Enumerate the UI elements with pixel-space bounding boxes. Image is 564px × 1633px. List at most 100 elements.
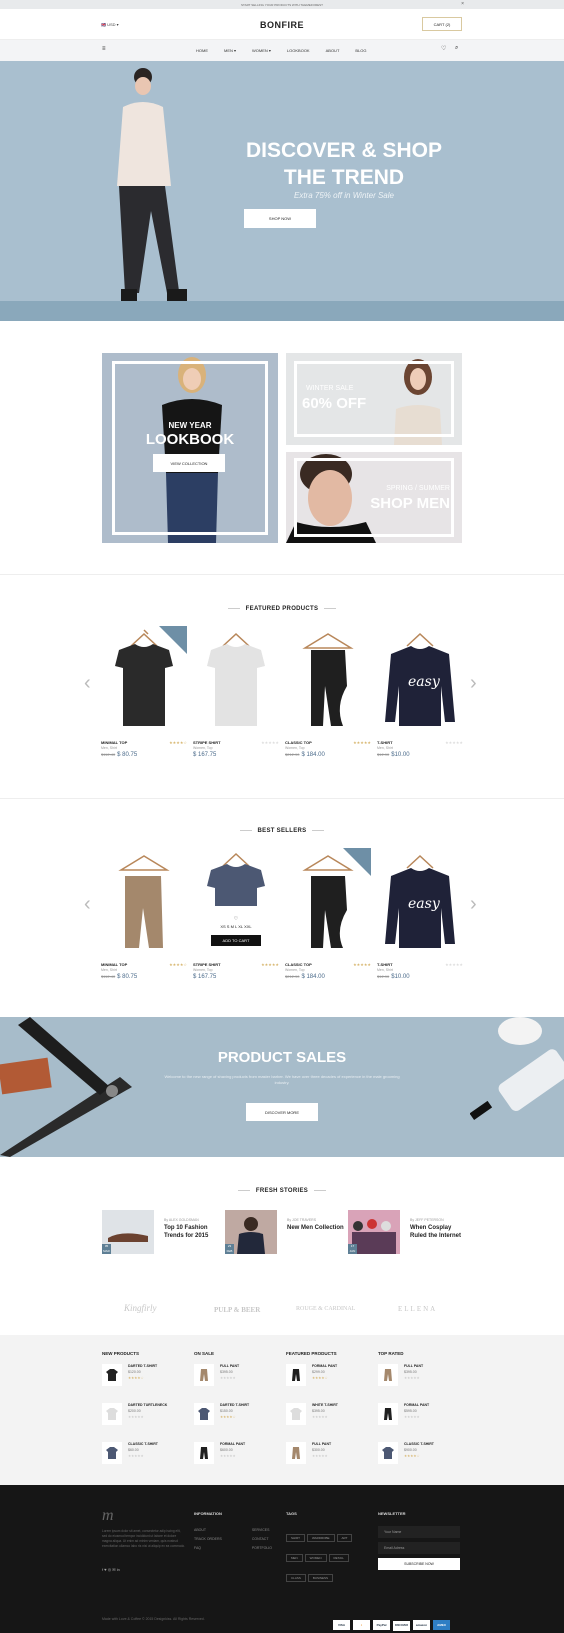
heart-icon[interactable]: ♡ — [203, 916, 269, 922]
shop-men-banner[interactable]: SPRING / SUMMER SHOP MEN — [286, 452, 462, 543]
chevron-right-icon[interactable]: › — [470, 672, 477, 695]
footer-link-services[interactable]: SERVICES — [252, 1526, 272, 1535]
chevron-left-icon[interactable]: ‹ — [84, 672, 91, 695]
product-card[interactable]: ♡ XS S M L XL XXL ADD TO CART ★★★★★ STRI… — [193, 848, 279, 980]
lookbook-banner[interactable]: NEW YEAR LOOKBOOK VIEW COLLECTION — [102, 353, 278, 543]
list-item[interactable]: DARTED T-SHIRT $120.00 ★★★★☆ — [102, 1364, 192, 1389]
nav-item-home[interactable]: HOME — [196, 48, 208, 53]
product-thumb[interactable] — [286, 1442, 306, 1464]
hamburger-icon[interactable]: ≡ — [102, 46, 106, 52]
list-item[interactable]: DARTED TURTLENECK $200.00 ★★★★★ — [102, 1403, 192, 1428]
subscribe-button[interactable]: SUBSCRIBE NOW — [378, 1558, 460, 1570]
brand-logo-rouge-cardinal[interactable]: ROUGE & CARDINAL — [296, 1306, 355, 1312]
tag[interactable]: WARDROBE — [306, 1534, 335, 1542]
product-card[interactable]: ★★★★☆ MINIMAL TOP Men, Shirt $112.40 $ 80… — [101, 848, 187, 980]
list-item[interactable]: FORMAL PANT $595.00 ★★★★★ — [378, 1403, 468, 1428]
rating-stars: ★★★★★ — [445, 740, 463, 745]
nav-item-men[interactable]: MEN ▾ — [224, 48, 236, 53]
tag[interactable]: RETAIL — [328, 1554, 349, 1562]
product-image[interactable] — [285, 848, 371, 958]
footer-logo[interactable]: m — [102, 1507, 114, 1525]
site-logo[interactable]: BONFIRE — [0, 20, 564, 30]
story-title[interactable]: New Men Collection — [287, 1224, 347, 1232]
product-image[interactable]: easy — [377, 626, 463, 736]
winter-sale-banner[interactable]: WINTER SALE 60% OFF — [286, 353, 462, 445]
product-price: $ 167.75 — [193, 752, 217, 758]
nav-item-blog[interactable]: BLOG — [355, 48, 366, 53]
tag[interactable]: MEN — [286, 1554, 303, 1562]
chevron-right-icon[interactable]: › — [470, 893, 477, 916]
story-card[interactable]: 17 JAN By JEFF PETERSON When Cosplay Rule… — [348, 1210, 464, 1254]
name-field[interactable]: Your Name — [378, 1526, 460, 1538]
shop-now-button[interactable]: SHOP NOW — [244, 209, 316, 228]
list-item[interactable]: FORMAL PANT $600.00 ★★★★★ — [194, 1442, 284, 1467]
product-image[interactable] — [193, 626, 279, 736]
nav-item-about[interactable]: ABOUT — [326, 48, 340, 53]
story-card[interactable]: 05 MAR By ALEX GOLDSMAN Top 10 Fashion Tr… — [102, 1210, 212, 1254]
discover-more-button[interactable]: DISCOVER MORE — [246, 1103, 318, 1121]
product-thumb[interactable] — [286, 1364, 306, 1386]
footer-link-faq[interactable]: FAQ — [194, 1544, 222, 1553]
product-image[interactable] — [101, 626, 187, 736]
list-item[interactable]: WHITE T-SHIRT $395.00 ★★★★★ — [286, 1403, 376, 1428]
brand-logo-pulp-beer[interactable]: PULP & BEER — [214, 1306, 260, 1314]
story-image[interactable]: 23 FEB — [225, 1210, 277, 1254]
brand-logo-kingfirly[interactable]: Kingfirly — [124, 1303, 157, 1313]
product-image[interactable]: easy — [377, 848, 463, 958]
product-card[interactable]: ★★★★★ STRIPE SHIRT Women, Top $ 167.75 — [193, 626, 279, 758]
list-item[interactable]: FULL PANT $395.00 ★★★★★ — [194, 1364, 284, 1389]
size-options[interactable]: XS S M L XL XXL — [203, 924, 269, 929]
chevron-left-icon[interactable]: ‹ — [84, 893, 91, 916]
list-item[interactable]: FULL PANT $300.00 ★★★★★ — [286, 1442, 376, 1467]
list-item[interactable]: FORMAL PANT $299.00 ★★★★☆ — [286, 1364, 376, 1389]
tag[interactable]: ART — [336, 1534, 353, 1542]
product-card[interactable]: ★★★★☆ MINIMAL TOP Men, Shirt $112.40 $ 80… — [101, 626, 187, 758]
product-thumb[interactable] — [102, 1403, 122, 1425]
footer-link-track-orders[interactable]: TRACK ORDERS — [194, 1535, 222, 1544]
search-icon[interactable]: ⌕ — [455, 45, 458, 52]
story-title[interactable]: Top 10 Fashion Trends for 2015 — [164, 1224, 212, 1240]
list-item[interactable]: CLASSIC T-SHIRT $60.00 ★★★★★ — [102, 1442, 192, 1467]
footer-link-portfolio[interactable]: PORTFOLIO — [252, 1544, 272, 1553]
email-field[interactable]: Email Adress — [378, 1542, 460, 1554]
nav-item-women[interactable]: WOMEN ▾ — [252, 48, 271, 53]
nav-item-lookbook[interactable]: LOOKBOOK — [287, 48, 310, 53]
product-thumb[interactable] — [102, 1364, 122, 1386]
product-image[interactable] — [285, 626, 371, 736]
product-thumb[interactable] — [378, 1442, 398, 1464]
brand-logo-ellena[interactable]: ELLENA — [398, 1305, 437, 1313]
story-image[interactable]: 17 JAN — [348, 1210, 400, 1254]
story-title[interactable]: When Cosplay Ruled the Internet — [410, 1224, 464, 1240]
story-author: By JEFF PETERSON — [410, 1218, 444, 1222]
product-image[interactable]: ♡ XS S M L XL XXL ADD TO CART — [193, 848, 279, 958]
footer-link-contact[interactable]: CONTACT — [252, 1535, 272, 1544]
wishlist-icon[interactable]: ♡ — [441, 45, 446, 52]
add-to-cart-button[interactable]: ADD TO CART — [211, 935, 261, 946]
product-thumb[interactable] — [194, 1403, 214, 1425]
cart-button[interactable]: CART (2) — [422, 17, 462, 31]
social-icons[interactable]: f ♥ ◎ ✉ in — [102, 1567, 120, 1572]
list-item[interactable]: FULL PANT $395.00 ★★★★★ — [378, 1364, 468, 1389]
list-item[interactable]: CLASSIC T-SHIRT $900.00 ★★★★☆ — [378, 1442, 468, 1467]
story-card[interactable]: 23 FEB By JOE TRAVERS New Men Collection — [225, 1210, 347, 1254]
product-thumb[interactable] — [378, 1364, 398, 1386]
product-thumb[interactable] — [194, 1364, 214, 1386]
footer-link-about[interactable]: ABOUT — [194, 1526, 222, 1535]
list-item[interactable]: DARTED T-SHIRT $150.00 ★★★★☆ — [194, 1403, 284, 1428]
product-card[interactable]: easy ★★★★★ T-SHIRT Men, Shirt $12.90 $10.… — [377, 848, 463, 980]
product-thumb[interactable] — [378, 1403, 398, 1425]
product-thumb[interactable] — [194, 1442, 214, 1464]
view-collection-button[interactable]: VIEW COLLECTION — [153, 454, 225, 472]
product-thumb[interactable] — [286, 1403, 306, 1425]
story-image[interactable]: 05 MAR — [102, 1210, 154, 1254]
tag[interactable]: CLASS — [286, 1574, 306, 1582]
tag[interactable]: BUSINESS — [307, 1574, 334, 1582]
product-image[interactable] — [101, 848, 187, 958]
tag[interactable]: WOMEN — [304, 1554, 327, 1562]
product-card[interactable]: ★★★★★ CLASSIC TOP Women, Top $212.90 $ 18… — [285, 848, 371, 980]
tag[interactable]: SHIRT — [286, 1534, 305, 1542]
close-icon[interactable]: × — [461, 1, 464, 7]
product-card[interactable]: easy ★★★★★ T-SHIRT Men, Shirt $12.90 $10.… — [377, 626, 463, 758]
product-card[interactable]: ★★★★★ CLASSIC TOP Women, Top $212.90 $ 18… — [285, 626, 371, 758]
product-thumb[interactable] — [102, 1442, 122, 1464]
